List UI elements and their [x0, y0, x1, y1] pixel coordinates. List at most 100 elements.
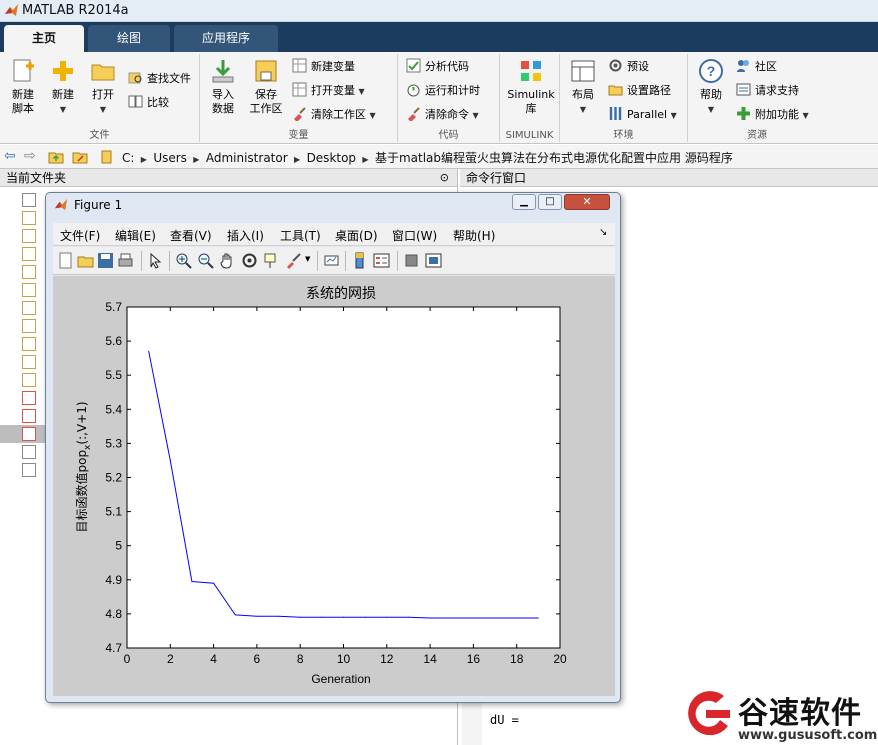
- parallel-button[interactable]: Parallel ▼: [608, 104, 677, 126]
- gususoft-logo-icon: [688, 691, 730, 736]
- close-button[interactable]: ✕: [564, 194, 610, 210]
- zoom-in-icon[interactable]: [175, 252, 192, 269]
- pane-menu-icon[interactable]: ⊙: [440, 169, 449, 187]
- breadcrumb-segment[interactable]: Users: [153, 151, 187, 165]
- show-plot-tools-icon[interactable]: [425, 252, 442, 269]
- menu-desktop[interactable]: 桌面(D): [335, 227, 378, 244]
- folder-icon: [91, 64, 115, 81]
- file-icon[interactable]: [22, 445, 36, 459]
- clear-workspace-button[interactable]: 清除工作区 ▼: [292, 104, 376, 126]
- clear-commands-button[interactable]: 清除命令 ▼: [406, 104, 479, 126]
- maximize-button[interactable]: □: [538, 194, 562, 210]
- help-button[interactable]: ? 帮助 ▼: [692, 58, 730, 117]
- file-icon[interactable]: [22, 427, 36, 441]
- browse-folder-icon[interactable]: [72, 149, 88, 165]
- file-icon[interactable]: [22, 319, 36, 333]
- code-group: 分析代码 运行和计时 清除命令 ▼ 代码: [398, 54, 500, 142]
- file-icon[interactable]: [22, 463, 36, 477]
- x-axis-label: Generation: [311, 672, 370, 686]
- folder-icon: [608, 85, 623, 96]
- hide-plot-tools-icon[interactable]: [403, 252, 420, 269]
- menu-edit[interactable]: 编辑(E): [115, 227, 156, 244]
- line-chart[interactable]: 0 2 4 6 8 10 12 14 16 18 20 4.7 4.8 4.9 5 5.1 5.2 5.3 5.4 5…: [53, 276, 615, 696]
- menu-insert[interactable]: 插入(I): [227, 227, 264, 244]
- community-button[interactable]: 社区: [736, 56, 777, 78]
- open-variable-button[interactable]: 打开变量 ▼: [292, 80, 365, 102]
- legend-icon[interactable]: [373, 252, 390, 269]
- add-ons-button[interactable]: 附加功能 ▼: [736, 104, 809, 126]
- figure-title-bar[interactable]: Figure 1 ▁ □ ✕: [46, 193, 620, 217]
- chevron-down-icon[interactable]: ▼: [305, 255, 310, 263]
- zoom-out-icon[interactable]: [197, 252, 214, 269]
- colorbar-icon[interactable]: [351, 252, 368, 269]
- new-variable-button[interactable]: 新建变量: [292, 56, 355, 78]
- file-icon[interactable]: [22, 283, 36, 297]
- file-icon[interactable]: [22, 355, 36, 369]
- toolbar-separator: [141, 251, 142, 271]
- simulink-library-button[interactable]: Simulink 库: [506, 58, 556, 116]
- breadcrumb-segment[interactable]: Desktop: [307, 151, 357, 165]
- file-icon[interactable]: [22, 301, 36, 315]
- new-script-button[interactable]: 新建 脚本: [4, 58, 42, 116]
- minimize-button[interactable]: ▁: [512, 194, 536, 210]
- figure-window[interactable]: Figure 1 ▁ □ ✕ 文件(F) 编辑(E) 查看(V) 插入(I) 工…: [45, 192, 621, 703]
- set-path-button[interactable]: 设置路径: [608, 80, 671, 102]
- new-figure-icon[interactable]: [57, 252, 74, 269]
- link-plot-icon[interactable]: [323, 252, 340, 269]
- analyze-code-button[interactable]: 分析代码: [406, 56, 469, 78]
- save-workspace-icon: [255, 60, 277, 82]
- find-files-button[interactable]: 查找文件: [128, 68, 191, 90]
- request-support-button[interactable]: 请求支持: [736, 80, 799, 102]
- import-data-button[interactable]: 导入 数据: [204, 58, 242, 116]
- open-button[interactable]: 打开 ▼: [84, 58, 122, 117]
- file-icon[interactable]: [22, 229, 36, 243]
- x-tick-label: 12: [380, 652, 394, 666]
- open-file-icon[interactable]: [77, 252, 94, 269]
- run-and-time-button[interactable]: 运行和计时: [406, 80, 480, 102]
- support-icon: [736, 83, 751, 96]
- breadcrumb-segment[interactable]: Administrator: [206, 151, 288, 165]
- brush-icon[interactable]: [285, 252, 302, 269]
- file-icon[interactable]: [22, 211, 36, 225]
- menu-tools[interactable]: 工具(T): [280, 227, 321, 244]
- file-icon[interactable]: [22, 373, 36, 387]
- file-icon[interactable]: [22, 193, 36, 207]
- compare-button[interactable]: 比较: [128, 92, 169, 114]
- plot-area[interactable]: 0 2 4 6 8 10 12 14 16 18 20 4.7 4.8 4.9 5 5.1 5.2 5.3 5.4 5…: [53, 276, 615, 696]
- file-icon[interactable]: [22, 265, 36, 279]
- pan-hand-icon[interactable]: [219, 252, 236, 269]
- y-tick-label: 4.8: [105, 607, 122, 621]
- save-icon[interactable]: [97, 252, 114, 269]
- tab-apps[interactable]: 应用程序: [174, 25, 278, 52]
- y-tick-label: 5.4: [105, 402, 122, 416]
- save-workspace-button[interactable]: 保存 工作区: [246, 58, 286, 116]
- data-point: [386, 616, 388, 618]
- up-folder-icon[interactable]: [48, 149, 64, 165]
- layout-button[interactable]: 布局 ▼: [564, 58, 602, 117]
- breadcrumb[interactable]: C: ▶ Users ▶ Administrator ▶ Desktop ▶ 基…: [122, 149, 733, 166]
- file-icon[interactable]: [22, 409, 36, 423]
- tab-plots[interactable]: 绘图: [88, 25, 170, 52]
- file-icon[interactable]: [22, 391, 36, 405]
- file-icon[interactable]: [22, 247, 36, 261]
- back-icon[interactable]: ⇦: [4, 148, 16, 164]
- rotate-3d-icon[interactable]: [241, 252, 258, 269]
- menu-file[interactable]: 文件(F): [60, 227, 100, 244]
- data-cursor-icon[interactable]: [263, 252, 280, 269]
- preferences-button[interactable]: 预设: [608, 56, 649, 78]
- checklist-icon: [406, 58, 421, 73]
- matlab-logo-icon: [54, 198, 68, 211]
- breadcrumb-segment[interactable]: C:: [122, 151, 134, 165]
- tab-home[interactable]: 主页: [4, 25, 84, 52]
- breadcrumb-segment[interactable]: 基于matlab编程萤火虫算法在分布式电源优化配置中应用 源码程序: [375, 151, 733, 165]
- menu-view[interactable]: 查看(V): [170, 227, 212, 244]
- chevron-down-icon: ▼: [802, 111, 809, 120]
- new-button[interactable]: 新建 ▼: [44, 58, 82, 117]
- print-icon[interactable]: [117, 252, 134, 269]
- menu-window[interactable]: 窗口(W): [392, 227, 437, 244]
- edit-plot-arrow-icon[interactable]: [147, 252, 164, 269]
- dock-arrow-icon[interactable]: ↘: [599, 227, 607, 238]
- file-icon[interactable]: [22, 337, 36, 351]
- forward-icon[interactable]: ⇨: [24, 148, 36, 164]
- menu-help[interactable]: 帮助(H): [453, 227, 495, 244]
